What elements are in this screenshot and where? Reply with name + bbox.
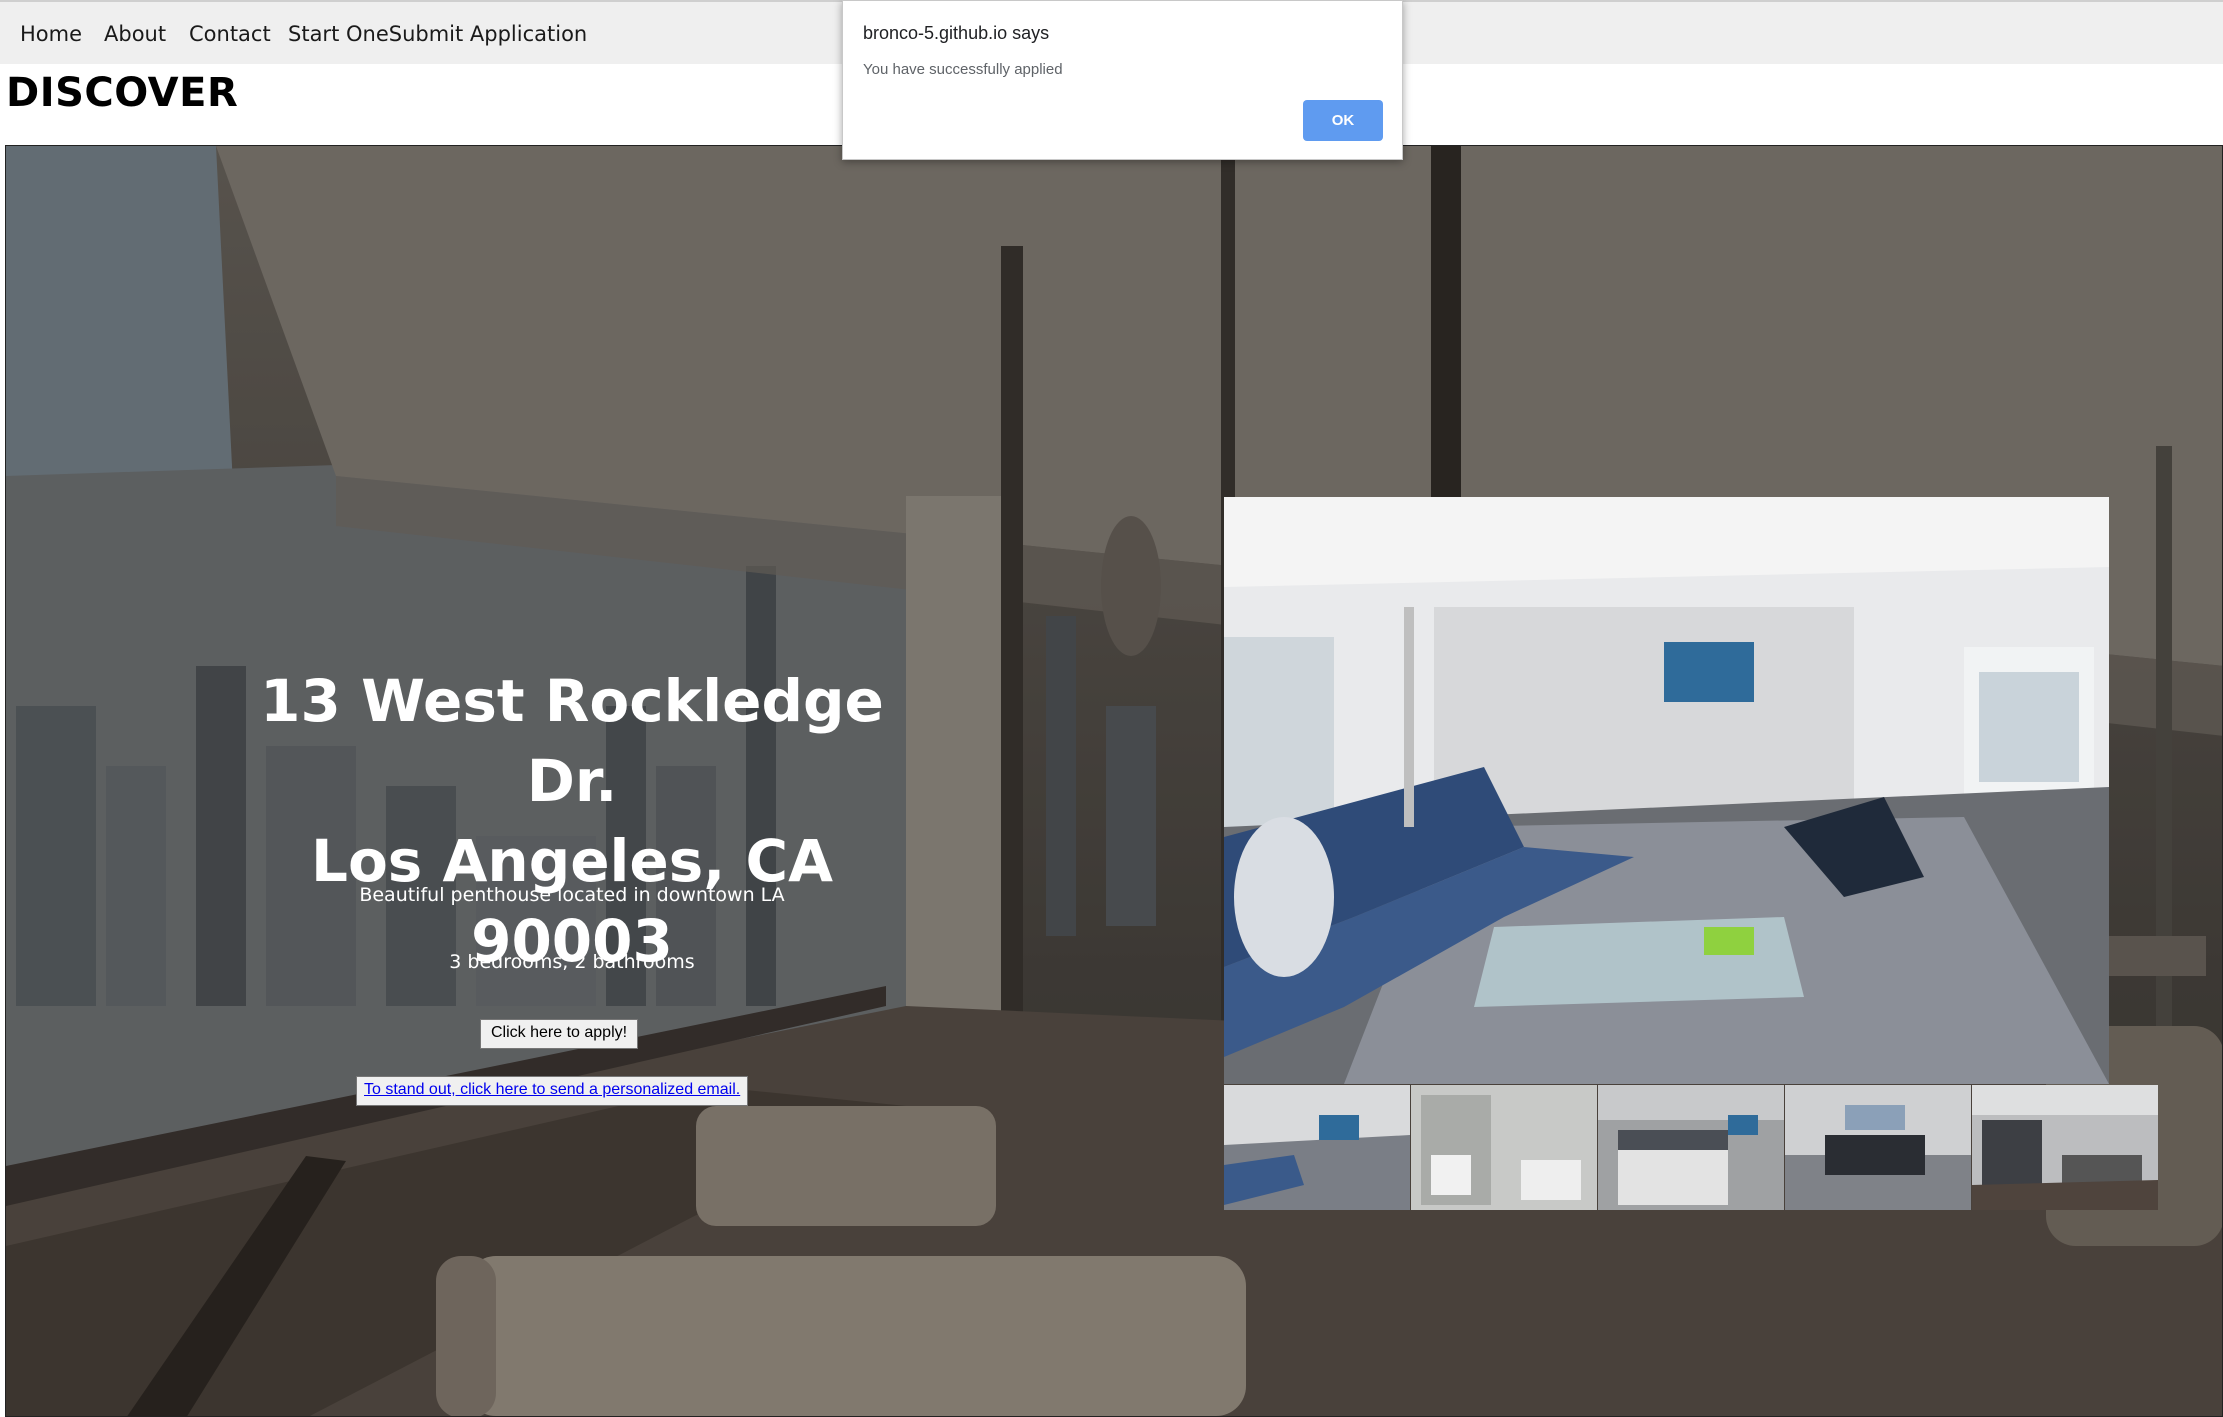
listing-description: Beautiful penthouse located in downtown … [359,884,785,906]
living-room-photo [1224,497,2109,1084]
alert-message: You have successfully applied [863,61,1063,78]
thumbnail-kitchen[interactable] [1785,1085,1971,1210]
nav-contact-link[interactable]: Contact [189,22,271,46]
thumbnail-bedroom[interactable] [1598,1085,1784,1210]
nav-home-link[interactable]: Home [20,22,82,46]
thumbnail-living-room[interactable] [1224,1085,1410,1210]
gallery-main-photo[interactable] [1224,497,2109,1084]
thumbnail-office[interactable] [1972,1085,2158,1210]
send-email-link[interactable]: To stand out, click here to send a perso… [356,1076,749,1106]
brand-title: DISCOVER [6,70,239,116]
thumbnail-bathroom[interactable] [1411,1085,1597,1210]
apply-button[interactable]: Click here to apply! [480,1019,639,1049]
alert-title: bronco-5.github.io says [863,23,1050,43]
nav-about-link[interactable]: About [104,22,166,46]
address-line-1: 13 West Rockledge Dr. [260,667,884,815]
alert-ok-button[interactable]: OK [1303,100,1383,141]
alert-dialog: bronco-5.github.io says You have success… [842,0,1403,160]
listing-address: 13 West Rockledge Dr. Los Angeles, CA 90… [242,661,902,981]
nav-start-application-link[interactable]: Start OneSubmit Application [288,22,587,46]
listing-rooms: 3 bedrooms, 2 bathrooms [449,951,695,973]
gallery-thumbnails [1224,1085,2164,1210]
